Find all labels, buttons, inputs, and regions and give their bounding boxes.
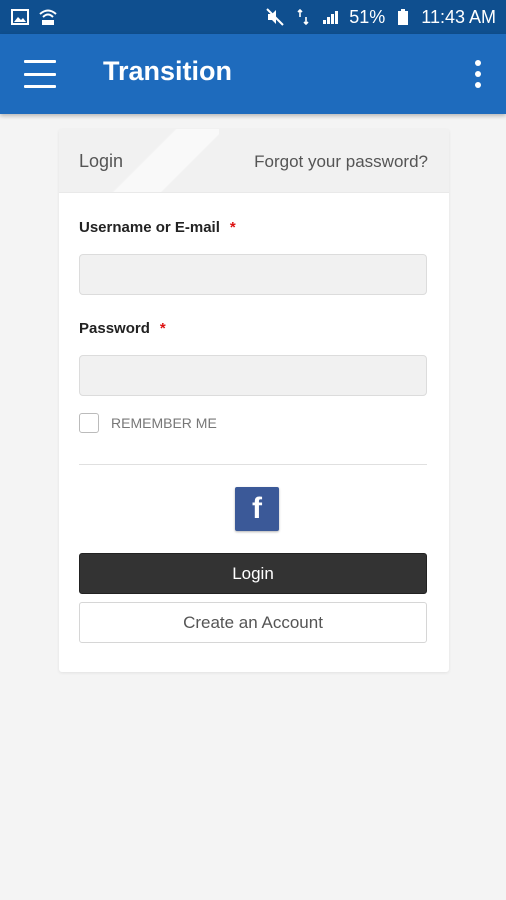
- login-card-header: Login Forgot your password?: [59, 129, 449, 193]
- password-input[interactable]: [79, 355, 427, 396]
- mute-icon: [265, 7, 285, 27]
- hamburger-menu-icon[interactable]: [24, 60, 56, 88]
- remember-me-option[interactable]: REMEMBER ME: [79, 413, 217, 433]
- app-title: Transition: [103, 56, 233, 86]
- password-label-text: Password: [79, 320, 150, 337]
- required-asterisk: *: [159, 320, 166, 337]
- facebook-icon: f: [252, 492, 262, 525]
- username-label: Username or E-mail *: [79, 219, 236, 236]
- forgot-password-link[interactable]: Forgot your password?: [254, 152, 428, 172]
- signal-icon: [321, 7, 341, 27]
- app-bar: Transition: [0, 34, 506, 114]
- battery-icon: [393, 7, 413, 27]
- wifi-calling-icon: [38, 7, 58, 27]
- password-label: Password *: [79, 320, 166, 337]
- facebook-login-button[interactable]: f: [235, 487, 279, 531]
- status-bar: 51% 11:43 AM: [0, 0, 506, 34]
- divider: [79, 464, 427, 465]
- battery-percent: 51%: [349, 6, 386, 27]
- status-right: 51% 11:43 AM: [265, 7, 496, 28]
- more-vert-icon[interactable]: [474, 60, 482, 88]
- username-input[interactable]: [79, 254, 427, 295]
- image-icon: [10, 7, 30, 27]
- login-button[interactable]: Login: [79, 553, 427, 594]
- required-asterisk: *: [229, 219, 236, 236]
- status-time: 11:43 AM: [421, 6, 496, 27]
- status-left: [10, 7, 58, 27]
- remember-me-label: REMEMBER ME: [111, 415, 217, 431]
- create-account-button[interactable]: Create an Account: [79, 602, 427, 643]
- login-title: Login: [79, 151, 124, 171]
- data-4g-icon: [293, 7, 313, 27]
- username-label-text: Username or E-mail: [79, 219, 220, 236]
- login-card: Login Forgot your password? Username or …: [59, 129, 449, 672]
- remember-me-checkbox[interactable]: [79, 413, 99, 433]
